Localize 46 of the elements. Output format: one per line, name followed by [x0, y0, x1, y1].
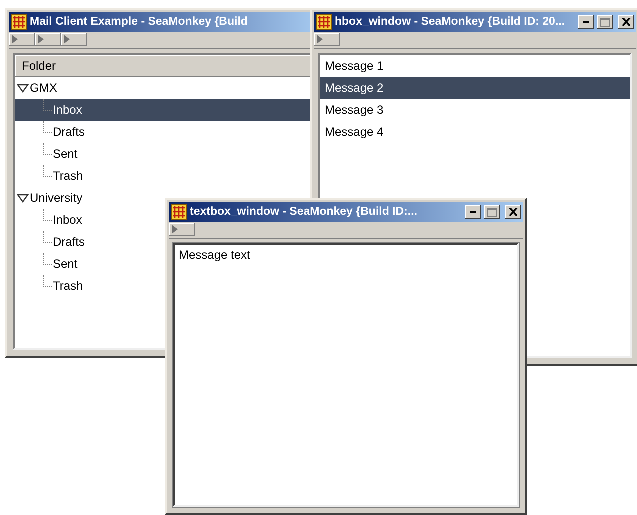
close-button[interactable] — [505, 205, 521, 219]
window-title: Mail Client Example - SeaMonkey {Build — [30, 16, 249, 28]
list-item[interactable]: Message 3 — [320, 99, 630, 121]
app-icon — [316, 14, 332, 30]
triangle-icon — [64, 35, 70, 44]
close-icon — [508, 208, 518, 216]
list-item[interactable]: Message 1 — [320, 55, 630, 77]
tree-item[interactable]: Sent — [15, 253, 82, 275]
tree-item[interactable]: Inbox — [15, 209, 86, 231]
minimize-icon — [583, 21, 589, 23]
triangle-icon — [172, 225, 178, 234]
text-area[interactable]: Message text — [173, 243, 519, 507]
tree-item[interactable]: Drafts — [15, 121, 90, 143]
maximize-button[interactable] — [597, 15, 613, 29]
triangle-icon — [12, 35, 18, 44]
list-item[interactable]: Message 2 — [320, 77, 630, 99]
tree-item[interactable]: Trash — [15, 165, 88, 187]
maximize-icon — [487, 208, 497, 216]
toolbar-grippy[interactable] — [9, 33, 35, 46]
triangle-icon — [317, 35, 323, 44]
window-title: textbox_window - SeaMonkey {Build ID:... — [190, 206, 418, 218]
close-icon — [622, 18, 630, 26]
tree-item[interactable]: Sent — [15, 143, 82, 165]
close-button[interactable] — [618, 15, 634, 29]
toolbar-grippy[interactable] — [35, 33, 61, 46]
maximize-icon — [600, 18, 610, 26]
twisty-icon[interactable] — [17, 84, 29, 92]
twisty-icon[interactable] — [17, 194, 29, 202]
tree-item[interactable]: University — [15, 187, 87, 209]
minimize-icon — [470, 211, 476, 213]
app-icon — [11, 14, 27, 30]
app-icon — [171, 204, 187, 220]
toolbar-grippy[interactable] — [169, 223, 195, 236]
triangle-icon — [38, 35, 44, 44]
minimize-button[interactable] — [465, 205, 481, 219]
list-item[interactable]: Message 4 — [320, 121, 630, 143]
tree-item[interactable]: Inbox — [15, 99, 313, 121]
toolbar-grippy[interactable] — [61, 33, 87, 46]
tree-item[interactable]: GMX — [15, 77, 62, 99]
maximize-button[interactable] — [484, 205, 500, 219]
tree-item[interactable]: Trash — [15, 275, 88, 297]
minimize-button[interactable] — [578, 15, 594, 29]
tree-item[interactable]: Drafts — [15, 231, 90, 253]
toolbar-grippy[interactable] — [314, 33, 340, 46]
column-header[interactable]: Folder — [15, 55, 313, 77]
window-title: hbox_window - SeaMonkey {Build ID: 20... — [335, 16, 566, 28]
